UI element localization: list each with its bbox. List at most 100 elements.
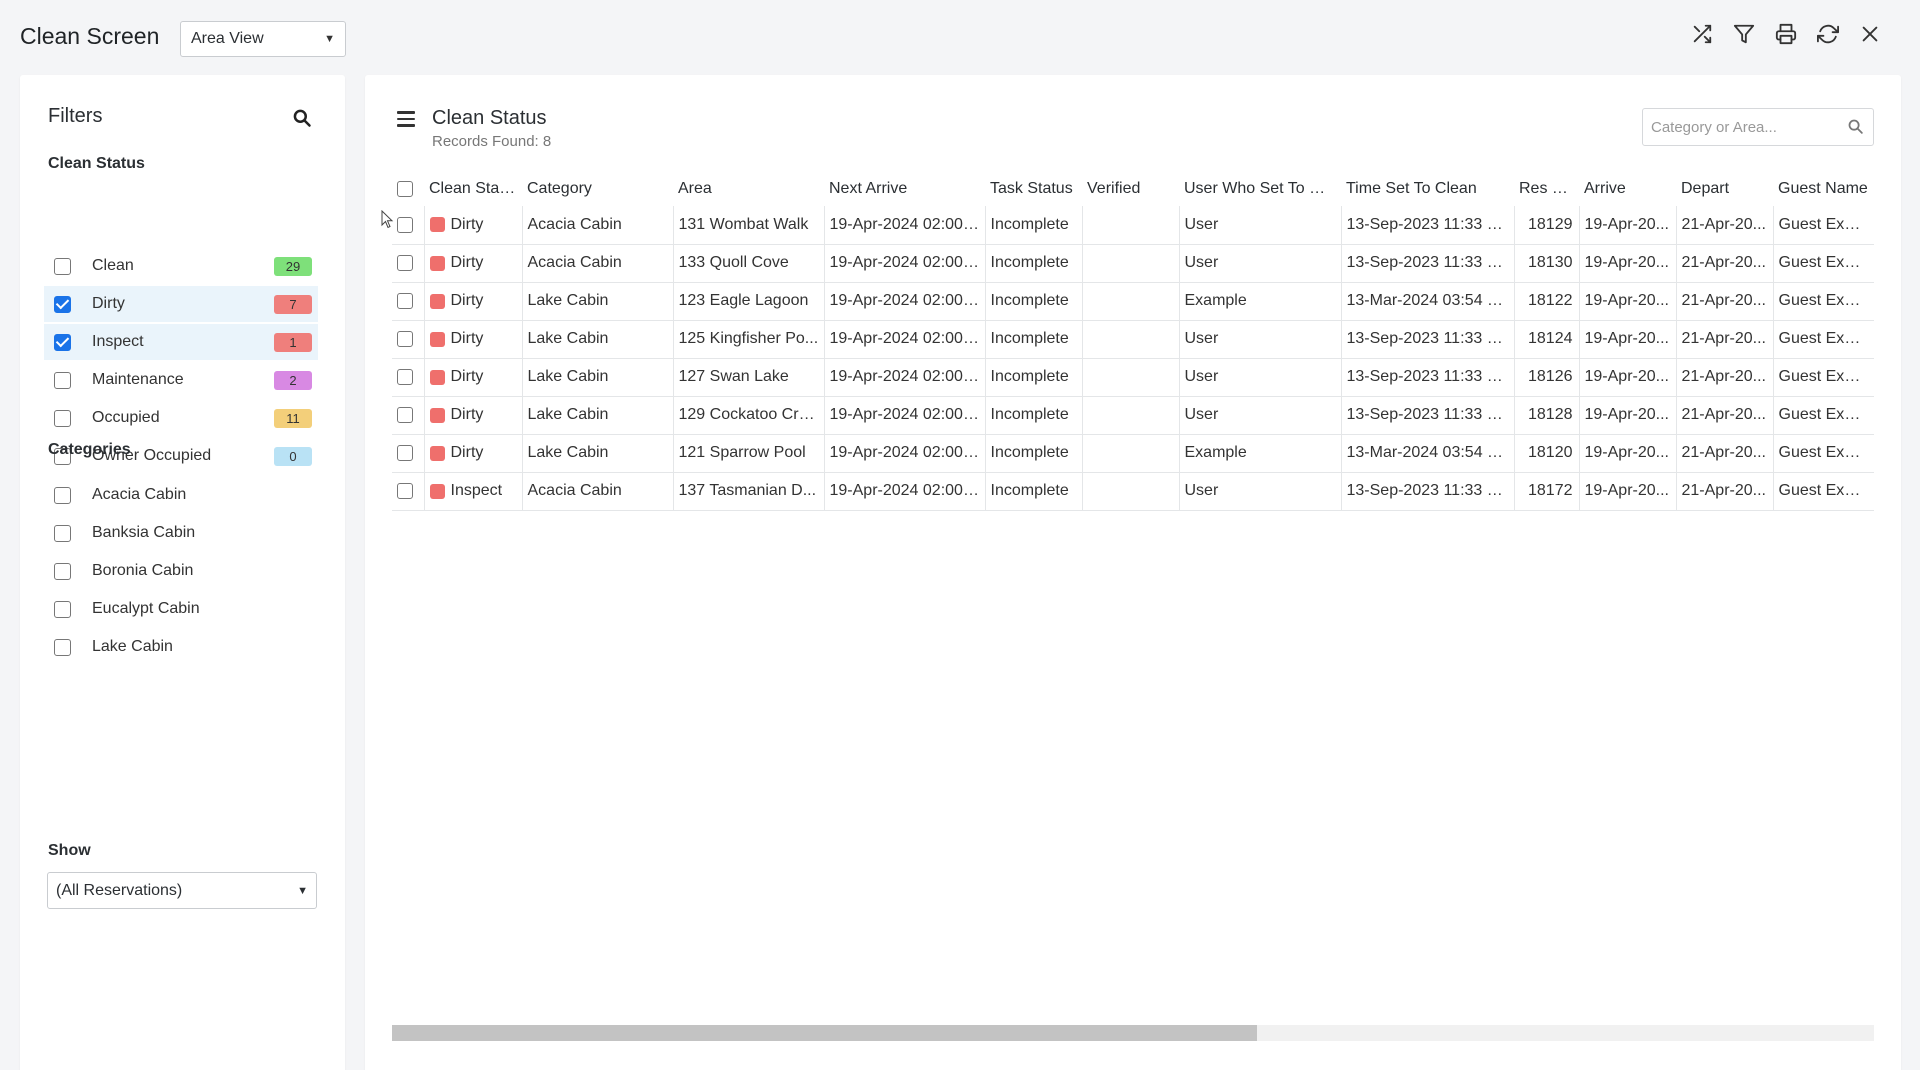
status-label: Dirty: [450, 330, 484, 347]
filter-checkbox[interactable]: [54, 257, 71, 275]
shuffle-icon[interactable]: [1690, 22, 1714, 46]
column-header[interactable]: Time Set To Clean: [1341, 172, 1514, 206]
print-icon[interactable]: [1774, 22, 1798, 46]
res-number-cell: 18128: [1514, 396, 1580, 435]
category-checkbox[interactable]: [54, 638, 71, 656]
category-row-acacia-cabin[interactable]: Acacia Cabin: [44, 477, 318, 513]
table-row[interactable]: Dirty Lake Cabin 129 Cockatoo Cre... 19-Apr…: [392, 396, 1874, 435]
filter-row-occupied[interactable]: Occupied 11: [44, 400, 318, 436]
horizontal-scrollbar[interactable]: [392, 1025, 1874, 1041]
filter-label: Maintenance: [92, 371, 184, 388]
column-header[interactable]: Area: [673, 172, 824, 206]
row-checkbox[interactable]: [397, 292, 413, 309]
guest-name-cell: Guest Exampl: [1773, 206, 1874, 245]
column-header[interactable]: Next Arrive: [824, 172, 985, 206]
menu-icon[interactable]: [397, 111, 415, 127]
row-select-cell[interactable]: [392, 282, 425, 321]
refresh-icon[interactable]: [1816, 22, 1840, 46]
filter-checkbox[interactable]: [54, 295, 71, 313]
row-select-cell[interactable]: [392, 206, 425, 245]
row-select-cell[interactable]: [392, 358, 425, 397]
scrollbar-thumb[interactable]: [392, 1025, 1257, 1041]
table-row[interactable]: Dirty Acacia Cabin 131 Wombat Walk 19-Apr-2…: [392, 206, 1874, 245]
filter-label: Inspect: [92, 333, 144, 350]
table-row[interactable]: Dirty Lake Cabin 121 Sparrow Pool 19-Apr-20…: [392, 434, 1874, 473]
row-select-cell[interactable]: [392, 320, 425, 359]
guest-name-cell: Guest Exampl: [1773, 396, 1874, 435]
category-row-boronia-cabin[interactable]: Boronia Cabin: [44, 553, 318, 589]
column-header[interactable]: Depart: [1676, 172, 1773, 206]
row-checkbox[interactable]: [397, 330, 413, 347]
filter-checkbox[interactable]: [54, 409, 71, 427]
table-row[interactable]: Dirty Lake Cabin 123 Eagle Lagoon 19-Apr-20…: [392, 282, 1874, 321]
column-header[interactable]: Verified: [1082, 172, 1179, 206]
view-select[interactable]: Area View ▼: [180, 21, 346, 57]
category-area-search[interactable]: [1642, 108, 1874, 146]
filter-row-clean[interactable]: Clean 29: [44, 248, 318, 284]
column-header[interactable]: Res N...: [1514, 172, 1579, 206]
guest-name-cell: Guest Exampl: [1773, 244, 1874, 283]
row-select-cell[interactable]: [392, 434, 425, 473]
filter-label: Dirty: [92, 295, 125, 312]
row-checkbox[interactable]: [397, 216, 413, 233]
row-checkbox[interactable]: [397, 482, 413, 499]
column-header[interactable]: Task Status: [985, 172, 1082, 206]
close-icon[interactable]: [1858, 22, 1882, 46]
category-checkbox[interactable]: [54, 600, 71, 618]
select-all-cell[interactable]: [392, 172, 424, 206]
column-header[interactable]: Category: [522, 172, 673, 206]
category-checkbox[interactable]: [54, 562, 71, 580]
res-number-cell: 18130: [1514, 244, 1580, 283]
category-checkbox[interactable]: [54, 524, 71, 542]
category-cell: Acacia Cabin: [522, 244, 674, 283]
show-select[interactable]: (All Reservations) ▼: [47, 872, 317, 909]
row-checkbox[interactable]: [397, 368, 413, 385]
status-color-icon: [429, 445, 445, 461]
arrive-cell: 19-Apr-20...: [1579, 320, 1677, 359]
filter-row-maintenance[interactable]: Maintenance 2: [44, 362, 318, 398]
filter-row-inspect[interactable]: Inspect 1: [44, 324, 318, 360]
task-status-cell: Incomplete: [985, 358, 1083, 397]
search-icon[interactable]: [292, 108, 314, 130]
row-checkbox[interactable]: [397, 254, 413, 271]
select-all-checkbox[interactable]: [397, 180, 413, 197]
depart-cell: 21-Apr-20...: [1676, 244, 1774, 283]
arrive-cell: 19-Apr-20...: [1579, 434, 1677, 473]
category-row-banksia-cabin[interactable]: Banksia Cabin: [44, 515, 318, 551]
depart-cell: 21-Apr-20...: [1676, 434, 1774, 473]
filter-row-dirty[interactable]: Dirty 7: [44, 286, 318, 322]
status-color-icon: [429, 255, 445, 271]
filter-checkbox[interactable]: [54, 371, 71, 389]
filter-checkbox[interactable]: [54, 333, 71, 351]
status-label: Inspect: [450, 482, 503, 499]
column-header[interactable]: Clean Stat...: [424, 172, 522, 206]
column-header[interactable]: User Who Set To Cl...: [1179, 172, 1341, 206]
clean-status-cell: Dirty: [424, 396, 523, 435]
table-row[interactable]: Dirty Acacia Cabin 133 Quoll Cove 19-Apr-20…: [392, 244, 1874, 283]
time-set-cell: 13-Sep-2023 11:33 am: [1341, 320, 1515, 359]
user-cell: User: [1179, 320, 1342, 359]
depart-cell: 21-Apr-20...: [1676, 396, 1774, 435]
table-header: Clean Stat... Category Area Next Arrive …: [392, 172, 1874, 206]
column-header[interactable]: Guest Name: [1773, 172, 1874, 206]
row-checkbox[interactable]: [397, 406, 413, 423]
table-row[interactable]: Dirty Lake Cabin 125 Kingfisher Po... 19-Ap…: [392, 320, 1874, 359]
category-row-eucalypt-cabin[interactable]: Eucalypt Cabin: [44, 591, 318, 627]
res-number-cell: 18124: [1514, 320, 1580, 359]
filter-icon[interactable]: [1732, 22, 1756, 46]
row-checkbox[interactable]: [397, 444, 413, 461]
table-row[interactable]: Inspect Acacia Cabin 137 Tasmanian D... 19-…: [392, 472, 1874, 511]
category-checkbox[interactable]: [54, 486, 71, 504]
next-arrive-cell: 19-Apr-2024 02:00 ...: [824, 396, 986, 435]
row-select-cell[interactable]: [392, 396, 425, 435]
task-status-cell: Incomplete: [985, 206, 1083, 245]
category-row-lake-cabin[interactable]: Lake Cabin: [44, 629, 318, 665]
search-input[interactable]: [1651, 118, 1831, 136]
table-row[interactable]: Dirty Lake Cabin 127 Swan Lake 19-Apr-2024 …: [392, 358, 1874, 397]
row-select-cell[interactable]: [392, 244, 425, 283]
column-header[interactable]: Arrive: [1579, 172, 1676, 206]
search-icon[interactable]: [1847, 118, 1865, 136]
row-select-cell[interactable]: [392, 472, 425, 511]
res-number-cell: 18122: [1514, 282, 1580, 321]
arrive-cell: 19-Apr-20...: [1579, 358, 1677, 397]
